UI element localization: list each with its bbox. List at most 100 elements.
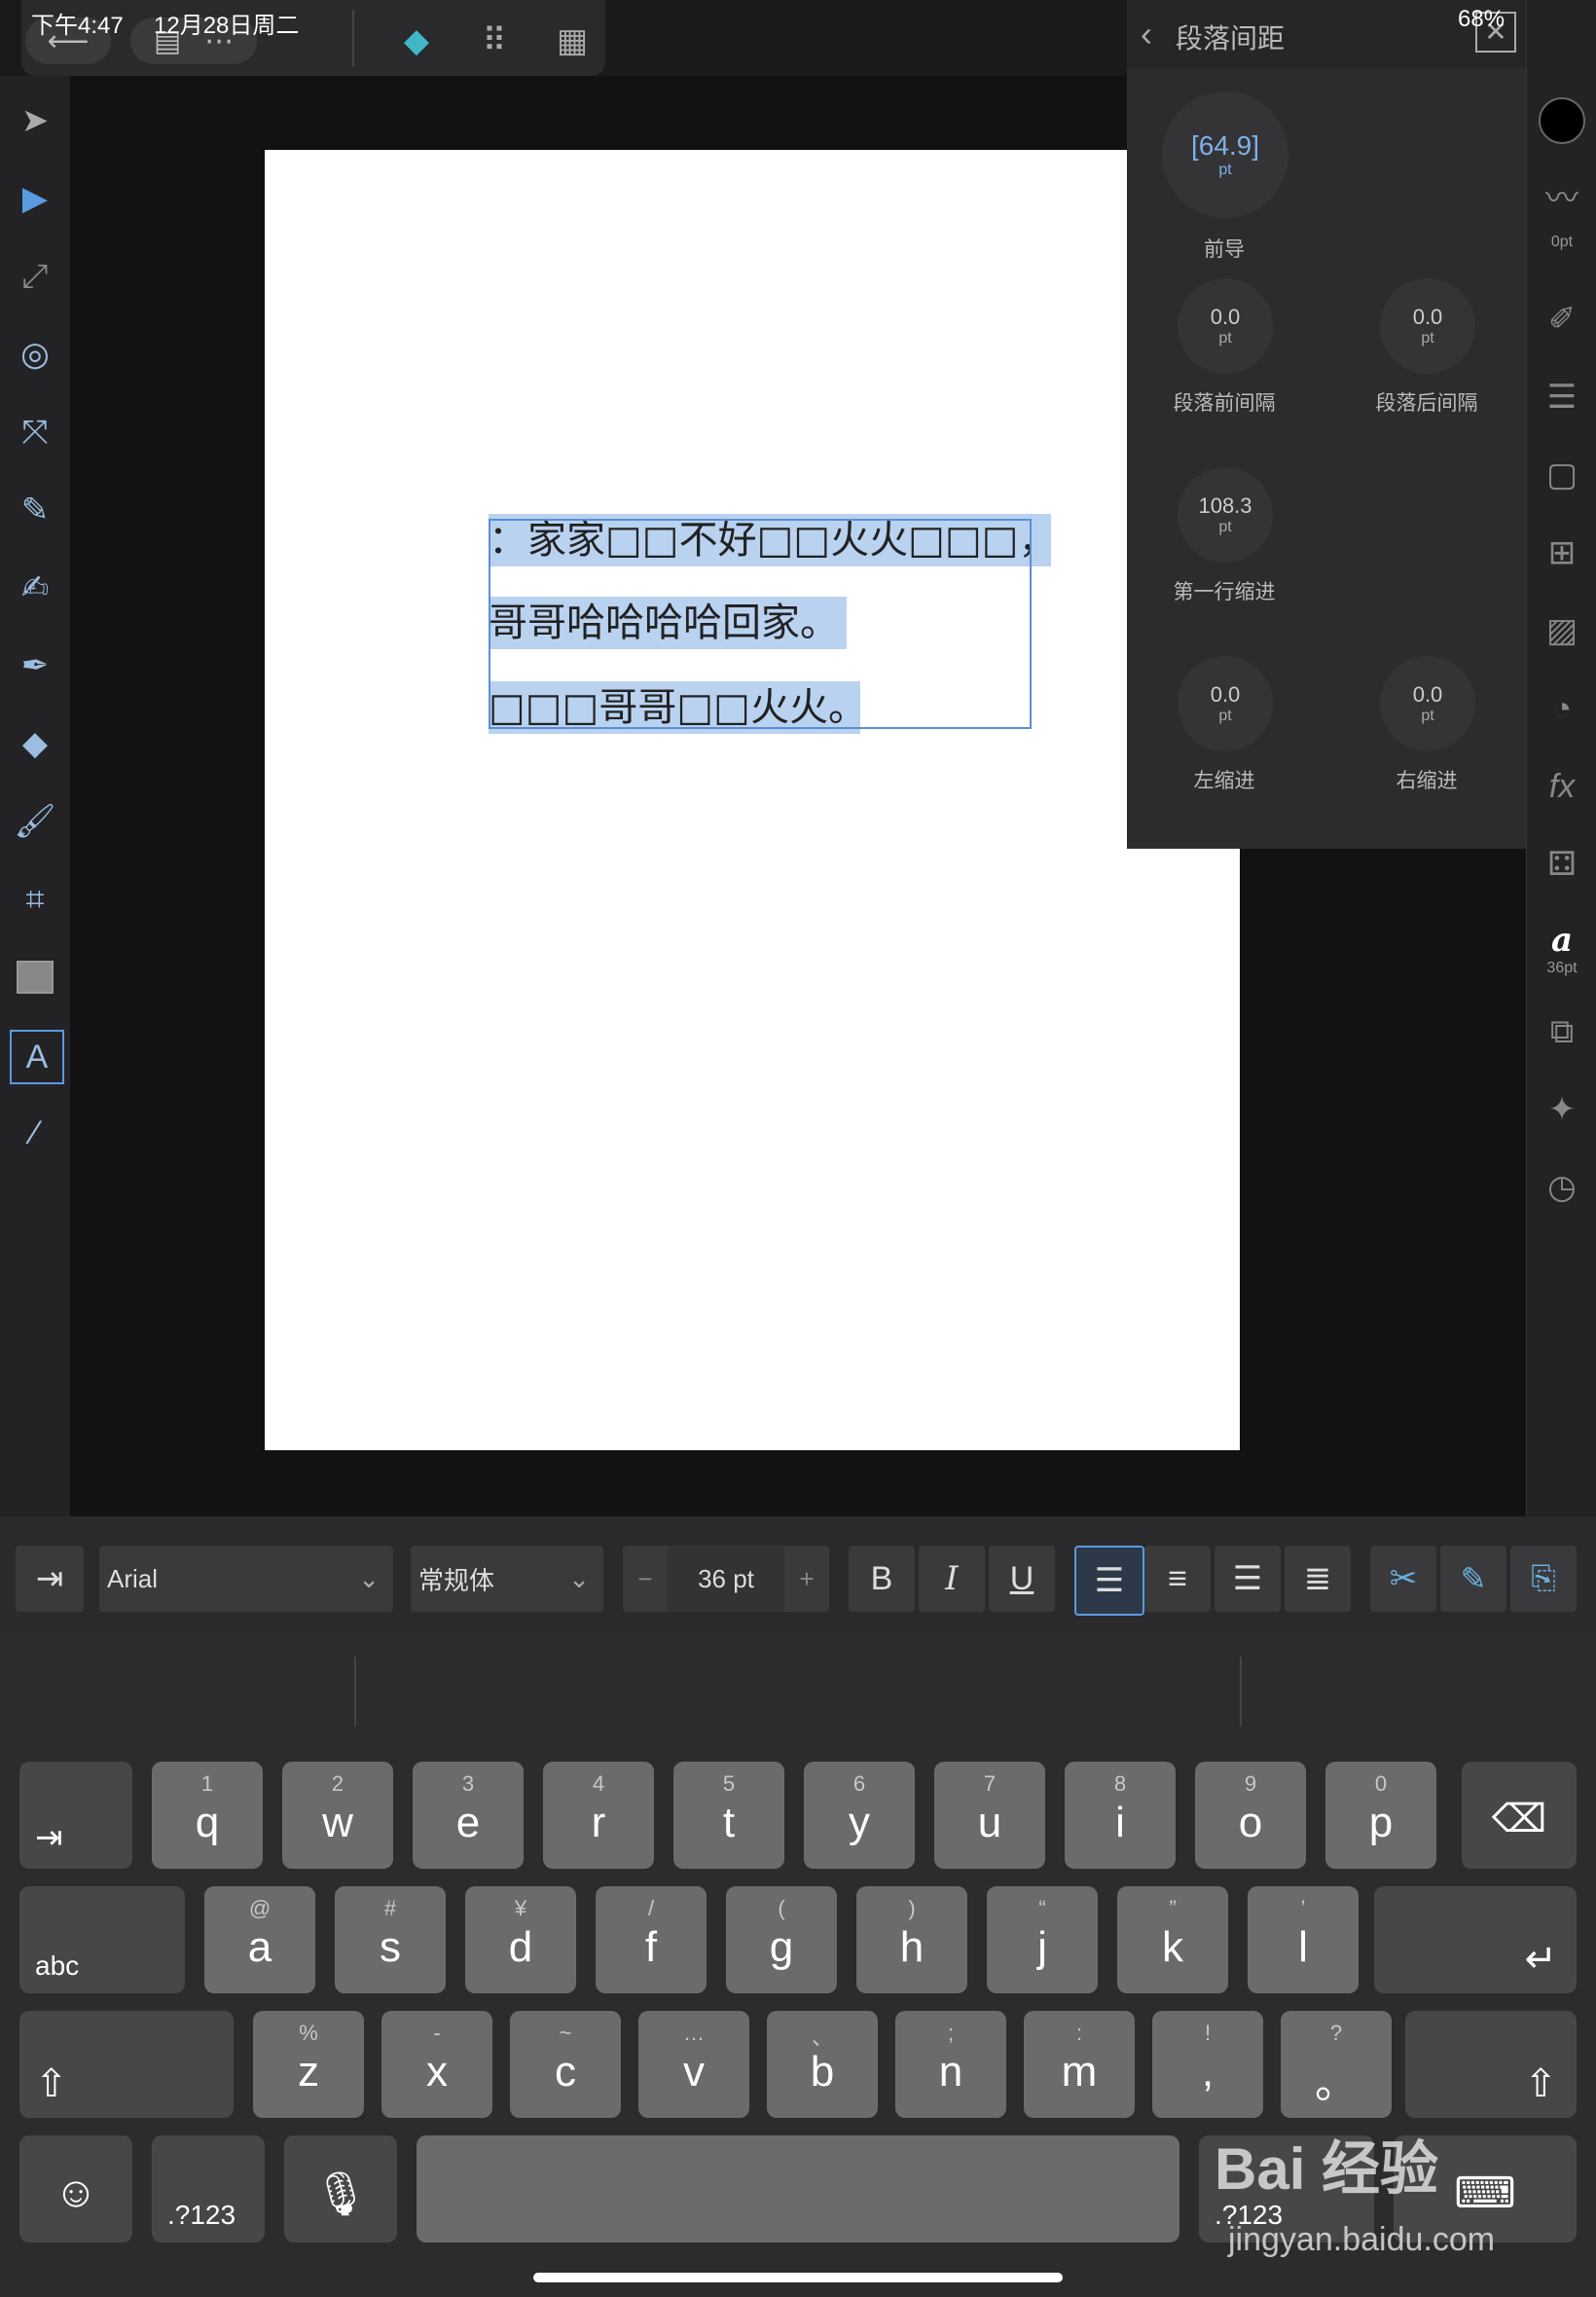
panel-back-icon[interactable]: ‹	[1141, 14, 1152, 55]
pen-tool-icon[interactable]: ✒	[10, 640, 60, 691]
key-g[interactable]: (g	[726, 1886, 837, 1993]
cut-icon[interactable]: ✂	[1370, 1546, 1436, 1612]
artistic-text-tool-icon[interactable]: A	[10, 1030, 64, 1084]
stroke-icon[interactable]: 〰	[1535, 167, 1589, 222]
key-o[interactable]: 9o	[1195, 1762, 1306, 1869]
styles-icon[interactable]: ⚃	[1535, 837, 1589, 892]
key-l[interactable]: ’ l	[1248, 1886, 1359, 1993]
tab-indent-icon[interactable]: ⇥	[16, 1546, 84, 1612]
crop-tool-icon[interactable]: ⌗	[10, 874, 60, 925]
numbers-key[interactable]: .?123	[152, 2135, 265, 2242]
justify-button[interactable]: ≣	[1285, 1546, 1351, 1612]
color-picker-icon[interactable]: ⁄	[10, 1108, 60, 1158]
rectangle-tool-icon[interactable]	[10, 952, 60, 1003]
key-w[interactable]: 2w	[282, 1762, 393, 1869]
vector-brush-icon[interactable]: ✍	[10, 563, 60, 613]
align-left-button[interactable]: ☰	[1074, 1546, 1144, 1616]
key-i[interactable]: 8i	[1065, 1762, 1176, 1869]
align-center-button[interactable]: ≡	[1144, 1546, 1211, 1612]
history-icon[interactable]: ◷	[1535, 1160, 1589, 1215]
contour-tool-icon[interactable]: ⤧	[10, 407, 60, 457]
color-swatch-icon[interactable]	[1535, 93, 1589, 148]
key-e[interactable]: 3e	[413, 1762, 524, 1869]
navigator-icon[interactable]: ✦	[1535, 1082, 1589, 1137]
abc-key[interactable]: abc	[19, 1886, 185, 1993]
key-d[interactable]: ¥ d	[465, 1886, 576, 1993]
color-wheel-icon[interactable]: ◔	[1535, 681, 1589, 736]
first-indent-dial[interactable]: 108.3 pt	[1178, 467, 1273, 563]
return-key[interactable]: ↵	[1374, 1886, 1577, 1993]
key-y[interactable]: 6y	[804, 1762, 915, 1869]
key-,[interactable]: !,	[1152, 2011, 1263, 2118]
font-size-stepper[interactable]: − 36 pt +	[623, 1546, 829, 1612]
key-j[interactable]: “j	[987, 1886, 1098, 1993]
document-page[interactable]	[265, 150, 1240, 1450]
key-hint: 9	[1244, 1771, 1257, 1796]
increase-size-button[interactable]: +	[784, 1564, 829, 1594]
italic-button[interactable]: I	[919, 1546, 985, 1612]
backspace-key[interactable]: ⌫	[1462, 1762, 1577, 1869]
font-style-select[interactable]: 常规体 ⌄	[411, 1546, 603, 1612]
edit-text-icon[interactable]: ✎	[1440, 1546, 1506, 1612]
key-p[interactable]: 0p	[1325, 1762, 1436, 1869]
export-persona-icon[interactable]: ▦	[549, 18, 596, 64]
fx-icon[interactable]: fx	[1535, 759, 1589, 814]
space-key[interactable]	[417, 2135, 1179, 2242]
paste-icon[interactable]: ⎘	[1510, 1546, 1577, 1612]
pixel-persona-icon[interactable]: ⠿	[471, 18, 518, 64]
key-u[interactable]: 7u	[934, 1762, 1045, 1869]
key-f[interactable]: / f	[596, 1886, 707, 1993]
key-m[interactable]: :m	[1024, 2011, 1135, 2118]
space-after-dial[interactable]: 0.0 pt	[1380, 278, 1475, 374]
font-size-value[interactable]: 36 pt	[668, 1546, 784, 1612]
node-tool-icon[interactable]: ▶	[10, 173, 60, 224]
key-r[interactable]: 4r	[543, 1762, 654, 1869]
transparency-tool-icon[interactable]: 🖌	[10, 796, 60, 847]
key-q[interactable]: 1q	[152, 1762, 263, 1869]
brushes-icon[interactable]: ✐	[1535, 292, 1589, 346]
key-。[interactable]: ?。	[1281, 2011, 1392, 2118]
emoji-key[interactable]: ☺	[19, 2135, 132, 2242]
fill-tool-icon[interactable]: ◆	[10, 718, 60, 769]
left-indent-dial[interactable]: 0.0 pt	[1178, 656, 1273, 751]
key-t[interactable]: 5t	[673, 1762, 784, 1869]
key-a[interactable]: @ a	[204, 1886, 315, 1993]
leading-dial[interactable]: [64.9] pt	[1162, 91, 1288, 218]
shift-key-left[interactable]: ⇧	[19, 2011, 234, 2118]
corner-tool-icon[interactable]: ⤢	[10, 251, 60, 302]
decrease-size-button[interactable]: −	[623, 1564, 668, 1594]
symbols-icon[interactable]: ⊞	[1535, 526, 1589, 580]
key-char: a	[247, 1923, 272, 1971]
text-frame[interactable]	[489, 519, 1032, 729]
font-family-select[interactable]: Arial ⌄	[99, 1546, 393, 1612]
key-b[interactable]: 、 b	[767, 2011, 878, 2118]
pencil-tool-icon[interactable]: ✎	[10, 485, 60, 535]
bold-button[interactable]: B	[849, 1546, 915, 1612]
point-transform-icon[interactable]: ◎	[10, 329, 60, 380]
tab-key[interactable]: ⇥	[19, 1762, 132, 1869]
underline-button[interactable]: U	[989, 1546, 1055, 1612]
shift-key-right[interactable]: ⇧	[1405, 2011, 1577, 2118]
right-indent-dial[interactable]: 0.0 pt	[1380, 656, 1475, 751]
layers-icon[interactable]: ☰	[1535, 370, 1589, 424]
key-v[interactable]: … v	[638, 2011, 749, 2118]
designer-persona-icon[interactable]: ◆	[393, 18, 440, 64]
dictation-key[interactable]: 🎙	[284, 2135, 397, 2242]
home-indicator[interactable]	[533, 2273, 1063, 2282]
align-right-button[interactable]: ☰	[1215, 1546, 1281, 1612]
key-hint: ;	[947, 2021, 955, 2045]
key-s[interactable]: # s	[335, 1886, 446, 1993]
key-k[interactable]: ” k	[1117, 1886, 1228, 1993]
move-tool-icon[interactable]: ➤	[10, 95, 60, 146]
key-n[interactable]: ; n	[895, 2011, 1006, 2118]
space-before-dial[interactable]: 0.0 pt	[1178, 278, 1273, 374]
status-battery: 68%	[1458, 6, 1505, 32]
transform-icon[interactable]: ⧉	[1535, 1004, 1589, 1059]
key-x[interactable]: -x	[381, 2011, 492, 2118]
effects-icon[interactable]: ▢	[1535, 448, 1589, 502]
key-z[interactable]: % z	[253, 2011, 364, 2118]
key-c[interactable]: ~ c	[510, 2011, 621, 2118]
key-h[interactable]: ) h	[856, 1886, 967, 1993]
assets-icon[interactable]: ▨	[1535, 603, 1589, 658]
tools-panel: ➤ ▶ ⤢ ◎ ⤧ ✎ ✍ ✒ ◆ 🖌 ⌗ A ⁄	[0, 76, 70, 1516]
